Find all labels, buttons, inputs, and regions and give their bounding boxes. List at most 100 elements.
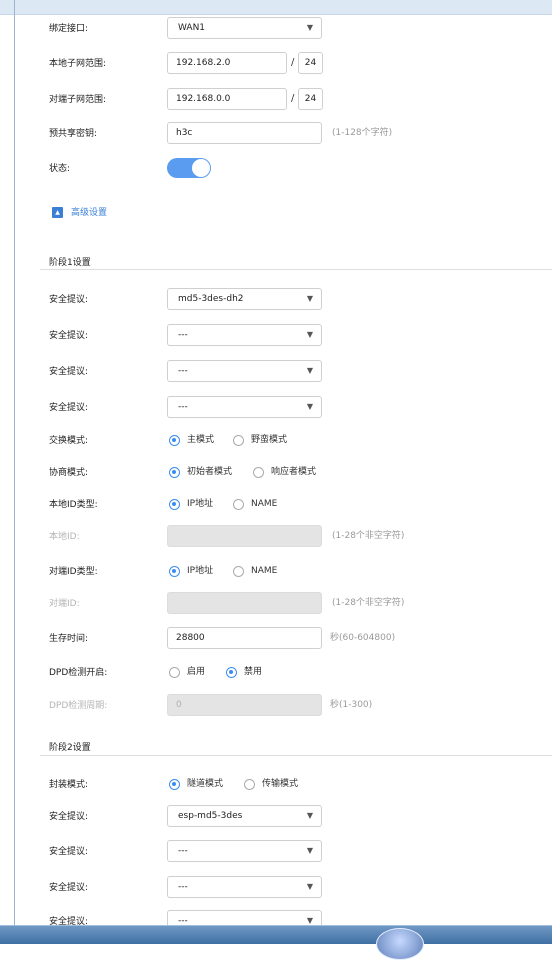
advanced-settings-link[interactable]: ▲ 高级设置	[52, 206, 107, 220]
dpd-enable-on-label: 启用	[187, 667, 206, 677]
phase1-proposal-4-select[interactable]: --- ▼	[167, 396, 322, 418]
start-orb-icon[interactable]	[376, 928, 424, 960]
phase2-proposal-2-select[interactable]: --- ▼	[167, 840, 322, 862]
top-strip	[0, 0, 552, 15]
peer-id-type-label: 对端ID类型:	[49, 567, 98, 577]
chevron-down-icon: ▼	[306, 23, 313, 32]
peer-id-type-ip-radio[interactable]: IP地址	[169, 560, 213, 582]
phase2-proposal-1-select[interactable]: esp-md5-3des ▼	[167, 805, 322, 827]
dpd-enable-off-radio[interactable]: 禁用	[226, 661, 262, 683]
local-id-type-row: 本地ID类型: IP地址 NAME	[0, 493, 552, 517]
radio-checked-icon	[169, 466, 180, 478]
peer-id-row: 对端ID: (1-28个非空字符)	[0, 592, 552, 616]
local-id-type-ip-label: IP地址	[187, 499, 214, 509]
lifetime-hint: 秒(60-604800)	[330, 633, 396, 643]
local-id-type-ip-radio[interactable]: IP地址	[169, 493, 213, 515]
status-toggle[interactable]	[167, 158, 211, 178]
local-id-type-label: 本地ID类型:	[49, 500, 98, 510]
slash-separator: /	[291, 93, 295, 104]
negotiate-mode-responder-radio[interactable]: 响应者模式	[253, 461, 316, 483]
peer-id-type-name-label: NAME	[251, 566, 278, 576]
bind-interface-label: 绑定接口:	[49, 24, 89, 34]
lifetime-label: 生存时间:	[49, 634, 89, 644]
phase1-proposal-label: 安全提议:	[49, 331, 89, 341]
local-subnet-ip-input[interactable]: 192.168.2.0	[167, 52, 287, 74]
phase2-divider	[40, 755, 552, 756]
local-id-type-name-label: NAME	[251, 499, 278, 509]
radio-unchecked-icon	[233, 498, 244, 510]
radio-checked-icon	[169, 434, 180, 446]
phase1-proposal-row: 安全提议: --- ▼	[0, 324, 552, 348]
chevron-down-icon: ▼	[306, 294, 313, 303]
local-id-label: 本地ID:	[49, 532, 80, 542]
peer-subnet-ip-value: 192.168.0.0	[176, 94, 231, 104]
phase1-proposal-label: 安全提议:	[49, 295, 89, 305]
negotiate-mode-responder-label: 响应者模式	[271, 467, 317, 477]
phase2-proposal-label: 安全提议:	[49, 847, 89, 857]
peer-id-type-name-radio[interactable]: NAME	[233, 560, 277, 582]
phase2-proposal-3-select[interactable]: --- ▼	[167, 876, 322, 898]
phase1-proposal-1-select[interactable]: md5-3des-dh2 ▼	[167, 288, 322, 310]
radio-checked-icon	[169, 565, 180, 577]
phase1-proposal-row: 安全提议: md5-3des-dh2 ▼	[0, 288, 552, 312]
negotiate-mode-label: 协商模式:	[49, 468, 89, 478]
advanced-settings-label: 高级设置	[71, 208, 108, 218]
local-subnet-mask-input[interactable]: 24	[298, 52, 323, 74]
phase1-proposal-row: 安全提议: --- ▼	[0, 360, 552, 384]
peer-subnet-label: 对端子网范围:	[49, 95, 107, 105]
local-id-type-name-radio[interactable]: NAME	[233, 493, 277, 515]
peer-id-type-row: 对端ID类型: IP地址 NAME	[0, 560, 552, 584]
chevron-down-icon: ▼	[306, 330, 313, 339]
taskbar	[0, 925, 552, 944]
local-id-row: 本地ID: (1-28个非空字符)	[0, 525, 552, 549]
psk-label: 预共享密钥:	[49, 129, 98, 139]
radio-unchecked-icon	[244, 778, 255, 790]
peer-id-label: 对端ID:	[49, 599, 80, 609]
phase1-proposal-1-value: md5-3des-dh2	[178, 294, 244, 304]
peer-subnet-mask-value: 24	[304, 94, 317, 104]
phase2-proposal-row: 安全提议: --- ▼	[0, 876, 552, 900]
encap-mode-tunnel-radio[interactable]: 隧道模式	[169, 773, 223, 795]
phase1-proposal-2-value: ---	[178, 330, 188, 340]
dpd-enable-on-radio[interactable]: 启用	[169, 661, 205, 683]
phase1-proposal-label: 安全提议:	[49, 403, 89, 413]
lifetime-input[interactable]: 28800	[167, 627, 322, 649]
chevron-down-icon: ▼	[306, 882, 313, 891]
local-subnet-row: 本地子网范围: 192.168.2.0 / 24	[0, 52, 552, 76]
peer-id-hint: (1-28个非空字符)	[332, 598, 405, 608]
dpd-period-input[interactable]: 0	[167, 694, 322, 716]
radio-checked-icon	[169, 498, 180, 510]
radio-unchecked-icon	[253, 466, 264, 478]
local-id-input[interactable]	[167, 525, 322, 547]
exchange-mode-aggressive-radio[interactable]: 野蛮模式	[233, 429, 287, 451]
phase2-proposal-row: 安全提议: esp-md5-3des ▼	[0, 805, 552, 829]
exchange-mode-main-radio[interactable]: 主模式	[169, 429, 214, 451]
chevron-down-icon: ▼	[306, 811, 313, 820]
bind-interface-select[interactable]: WAN1 ▼	[167, 17, 322, 39]
radio-checked-icon	[226, 666, 237, 678]
phase1-proposal-2-select[interactable]: --- ▼	[167, 324, 322, 346]
chevron-down-icon: ▼	[306, 366, 313, 375]
peer-subnet-mask-input[interactable]: 24	[298, 88, 323, 110]
toggle-knob	[192, 159, 210, 177]
peer-id-input[interactable]	[167, 592, 322, 614]
phase1-proposal-3-value: ---	[178, 366, 188, 376]
exchange-mode-row: 交换模式: 主模式 野蛮模式	[0, 429, 552, 453]
local-subnet-ip-value: 192.168.2.0	[176, 58, 231, 68]
peer-subnet-ip-input[interactable]: 192.168.0.0	[167, 88, 287, 110]
phase1-divider	[40, 269, 552, 270]
psk-input[interactable]: h3c	[167, 122, 322, 144]
phase1-proposal-row: 安全提议: --- ▼	[0, 396, 552, 420]
negotiate-mode-initiator-radio[interactable]: 初始者模式	[169, 461, 232, 483]
encap-mode-transport-label: 传输模式	[262, 779, 299, 789]
encap-mode-row: 封装模式: 隧道模式 传输模式	[0, 773, 552, 797]
phase1-proposal-4-value: ---	[178, 402, 188, 412]
encap-mode-tunnel-label: 隧道模式	[187, 779, 224, 789]
phase1-title: 阶段1设置	[49, 258, 91, 268]
encap-mode-transport-radio[interactable]: 传输模式	[244, 773, 298, 795]
phase1-proposal-3-select[interactable]: --- ▼	[167, 360, 322, 382]
phase2-proposal-1-value: esp-md5-3des	[178, 811, 243, 821]
lifetime-row: 生存时间: 28800 秒(60-604800)	[0, 627, 552, 651]
radio-unchecked-icon	[233, 565, 244, 577]
dpd-period-label: DPD检测周期:	[49, 701, 108, 711]
